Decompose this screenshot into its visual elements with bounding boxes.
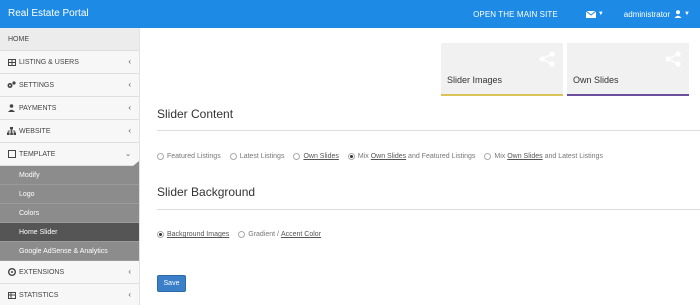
own-slides-card[interactable]: Own Slides: [567, 43, 689, 96]
envelope-icon: [585, 10, 596, 18]
slider-content-title: Slider Content: [157, 107, 234, 121]
radio-circle-checked: [347, 153, 355, 160]
sidebar-item-label: WEBSITE: [19, 127, 51, 135]
sidebar-item-label: EXTENSIONS: [19, 268, 65, 276]
chevron-left-icon: ‹: [128, 267, 131, 276]
share-icon: [664, 51, 682, 69]
user-icon: [674, 10, 682, 18]
slider-background-options: Background Images Gradient / Accent Colo…: [157, 231, 330, 238]
chevron-down-icon: ▼: [597, 11, 604, 17]
radio-label: Mix: [494, 153, 508, 160]
brand-title[interactable]: Real Estate Portal: [8, 8, 89, 19]
radio-gradient-accent[interactable]: Gradient / Accent Color: [238, 231, 321, 238]
sidebar-item-settings[interactable]: SETTINGS ‹: [0, 74, 139, 97]
submenu-notch: [133, 161, 139, 166]
radio-label: Gradient /: [248, 231, 281, 238]
chevron-left-icon: ‹: [128, 290, 131, 299]
sidebar-item-payments[interactable]: PAYMENTS ‹: [0, 97, 139, 120]
radio-mix-own-featured[interactable]: Mix Own Slides and Featured Listings: [347, 153, 476, 160]
sidebar-subitem-modify[interactable]: Modify: [0, 166, 139, 185]
radio-label: Featured Listings: [167, 153, 221, 160]
radio-featured-listings[interactable]: Featured Listings: [157, 153, 221, 160]
card-accent-bar: [567, 94, 689, 96]
radio-label: and Featured Listings: [406, 153, 476, 160]
radio-circle: [157, 153, 164, 160]
sidebar-subitem-logo[interactable]: Logo: [0, 185, 139, 204]
slider-content-options: Featured Listings Latest Listings Own Sl…: [157, 153, 612, 160]
radio-mix-own-latest[interactable]: Mix Own Slides and Latest Listings: [484, 153, 603, 160]
card-label: Slider Images: [447, 75, 503, 85]
chevron-left-icon: ‹: [128, 80, 131, 89]
radio-circle: [229, 153, 237, 160]
username: administrator: [623, 9, 671, 19]
sidebar: HOME LISTING & USERS ‹ SETTINGS ‹ PAYMEN…: [0, 28, 140, 305]
card-accent-bar: [441, 94, 563, 96]
chevron-left-icon: ‹: [128, 126, 131, 135]
sidebar-subitem-home-slider[interactable]: Home Slider: [0, 223, 139, 242]
template-submenu: Modify Logo Colors Home Slider Google Ad…: [0, 161, 139, 261]
chevron-down-icon: ▼: [684, 11, 690, 17]
top-navbar: Real Estate Portal OPEN THE MAIN SITE ▼ …: [0, 0, 700, 28]
own-slides-link[interactable]: Own Slides: [507, 153, 542, 160]
sidebar-item-statistics[interactable]: STATISTICS ‹: [0, 284, 139, 305]
sidebar-item-label: HOME: [8, 35, 29, 43]
sidebar-item-home[interactable]: HOME: [0, 28, 139, 51]
user-menu[interactable]: administrator ▼: [624, 10, 690, 19]
square-icon: [7, 150, 16, 158]
save-button[interactable]: Save: [157, 275, 186, 292]
sidebar-item-label: PAYMENTS: [19, 104, 57, 112]
share-icon: [538, 51, 556, 69]
chevron-left-icon: ‹: [128, 103, 131, 112]
radio-label: Mix: [357, 153, 371, 160]
sidebar-item-label: LISTING & USERS: [19, 58, 79, 66]
card-label: Own Slides: [573, 75, 619, 85]
sidebar-item-label: TEMPLATE: [19, 150, 56, 158]
main-content: Slider Images Own Slides Slider Content …: [141, 28, 700, 305]
user-icon: [7, 104, 16, 112]
chart-icon: [7, 291, 16, 299]
own-slides-link[interactable]: Own Slides: [303, 153, 338, 160]
chevron-left-icon: ‹: [128, 57, 131, 66]
section-divider: [157, 209, 700, 210]
sidebar-item-listing-users[interactable]: LISTING & USERS ‹: [0, 51, 139, 74]
open-main-site-link[interactable]: OPEN THE MAIN SITE: [473, 10, 558, 19]
sidebar-item-template[interactable]: TEMPLATE ⌄: [0, 143, 139, 166]
sidebar-item-extensions[interactable]: EXTENSIONS ‹: [0, 261, 139, 284]
radio-own-slides[interactable]: Own Slides: [293, 153, 339, 160]
radio-latest-listings[interactable]: Latest Listings: [229, 153, 285, 160]
background-images-link[interactable]: Background Images: [167, 231, 229, 238]
sitemap-icon: [7, 127, 16, 135]
radio-label: Latest Listings: [239, 153, 285, 160]
section-divider: [157, 130, 700, 131]
extensions-icon: [7, 268, 16, 276]
own-slides-link[interactable]: Own Slides: [371, 153, 406, 160]
slider-background-title: Slider Background: [157, 185, 256, 199]
radio-circle: [293, 153, 301, 160]
sidebar-item-label: STATISTICS: [19, 291, 59, 299]
sidebar-item-label: SETTINGS: [19, 81, 55, 89]
radio-circle-checked: [157, 231, 164, 238]
radio-label: and Latest Listings: [542, 153, 603, 160]
sidebar-subitem-adsense-analytics[interactable]: Google AdSense & Analytics: [0, 242, 139, 261]
grid-icon: [7, 58, 16, 66]
radio-circle: [484, 153, 492, 160]
cogs-icon: [7, 81, 16, 89]
messages-dropdown[interactable]: ▼: [585, 10, 604, 18]
radio-circle: [238, 231, 246, 238]
top-nav-links: OPEN THE MAIN SITE ▼ administrator ▼: [473, 0, 700, 28]
radio-background-images[interactable]: Background Images: [157, 231, 229, 238]
sidebar-subitem-colors[interactable]: Colors: [0, 204, 139, 223]
accent-color-link[interactable]: Accent Color: [281, 231, 321, 238]
slider-images-card[interactable]: Slider Images: [441, 43, 563, 96]
chevron-down-icon: ⌄: [125, 151, 131, 158]
sidebar-item-website[interactable]: WEBSITE ‹: [0, 120, 139, 143]
